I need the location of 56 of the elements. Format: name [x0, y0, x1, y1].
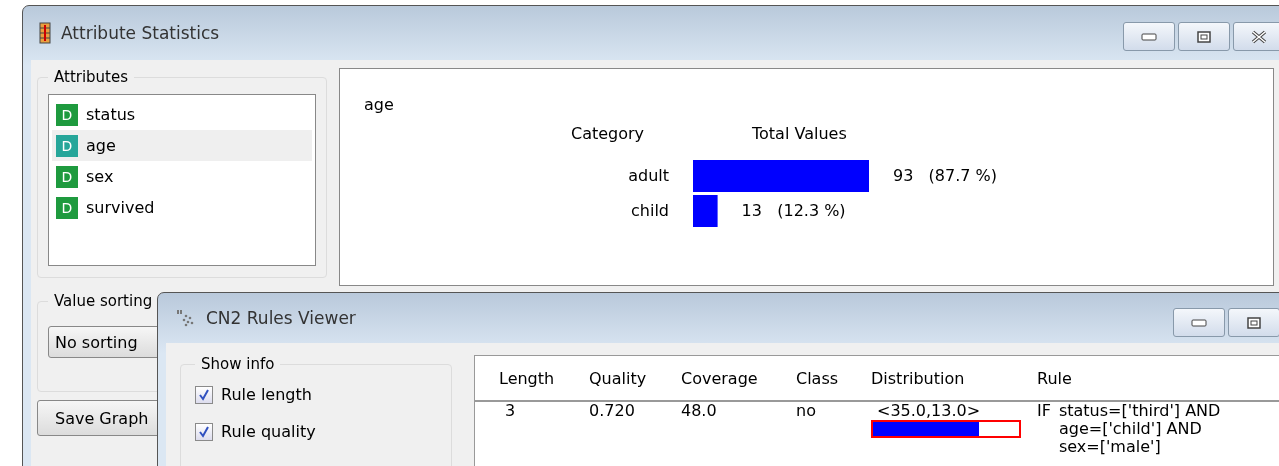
group-title: Attributes — [53, 68, 130, 86]
column-header[interactable]: Length — [475, 368, 589, 388]
rule-keyword: IF — [1037, 402, 1051, 422]
category-label: adult — [627, 166, 669, 185]
window-title: Attribute Statistics — [61, 23, 220, 43]
app-icon — [176, 309, 196, 327]
maximize-icon — [1197, 30, 1211, 43]
table-cell-text: 0.720 — [589, 402, 636, 422]
rule-condition: age=['child'] AND — [1058, 420, 1203, 438]
maximize-button[interactable] — [1178, 22, 1230, 51]
value-label: 13 (12.3 %) — [741, 201, 846, 220]
maximize-button[interactable] — [1228, 308, 1279, 337]
group-title: Show info — [200, 355, 276, 373]
type-badge: D — [56, 134, 78, 157]
minimize-icon — [1141, 32, 1157, 41]
table-cell-text: 48.0 — [681, 402, 718, 422]
distribution-text: <35.0,13.0> — [876, 402, 981, 420]
column-header: Category — [571, 124, 645, 143]
group-title: Value sorting — [53, 292, 154, 310]
type-badge: D — [56, 103, 78, 126]
minimize-button[interactable] — [1173, 308, 1225, 337]
minimize-button[interactable] — [1123, 22, 1175, 51]
checkbox-label: Rule length — [221, 385, 312, 404]
column-header[interactable]: Distribution — [871, 368, 1037, 388]
column-header[interactable]: Class — [796, 368, 871, 388]
column-header[interactable]: Quality — [589, 368, 681, 388]
attribute-name: sex — [86, 167, 114, 186]
value-bar — [693, 194, 718, 227]
attribute-item[interactable]: D age — [52, 130, 312, 161]
type-badge: D — [56, 165, 78, 188]
rule-condition: status=['third'] AND — [1058, 402, 1221, 420]
type-badge: D — [56, 196, 78, 219]
app-icon — [39, 22, 51, 44]
column-header[interactable]: Rule — [1037, 368, 1237, 388]
attribute-item[interactable]: D survived — [52, 192, 312, 223]
close-icon — [1251, 29, 1267, 44]
attribute-name: survived — [86, 198, 155, 217]
close-button[interactable] — [1233, 22, 1279, 51]
maximize-icon — [1247, 316, 1261, 329]
checkbox[interactable] — [195, 385, 213, 404]
attribute-name: status — [86, 105, 136, 124]
minimize-icon — [1191, 318, 1207, 327]
window-title: CN2 Rules Viewer — [206, 308, 356, 328]
attribute-item[interactable]: D status — [52, 99, 312, 130]
column-header[interactable]: Coverage — [681, 368, 796, 388]
rule-condition: sex=['male'] — [1058, 438, 1162, 456]
attribute-name: age — [86, 136, 116, 155]
checkbox[interactable] — [195, 422, 213, 441]
table-cell-text: 3 — [504, 402, 517, 422]
column-header: Total Values — [752, 124, 847, 143]
category-label: child — [630, 201, 669, 220]
attribute-title: age — [364, 95, 395, 114]
table-cell-text: no — [796, 402, 817, 422]
value-label: 93 (87.7 %) — [893, 166, 997, 185]
checkbox-label: Rule quality — [221, 422, 316, 441]
attribute-item[interactable]: D sex — [52, 161, 312, 192]
